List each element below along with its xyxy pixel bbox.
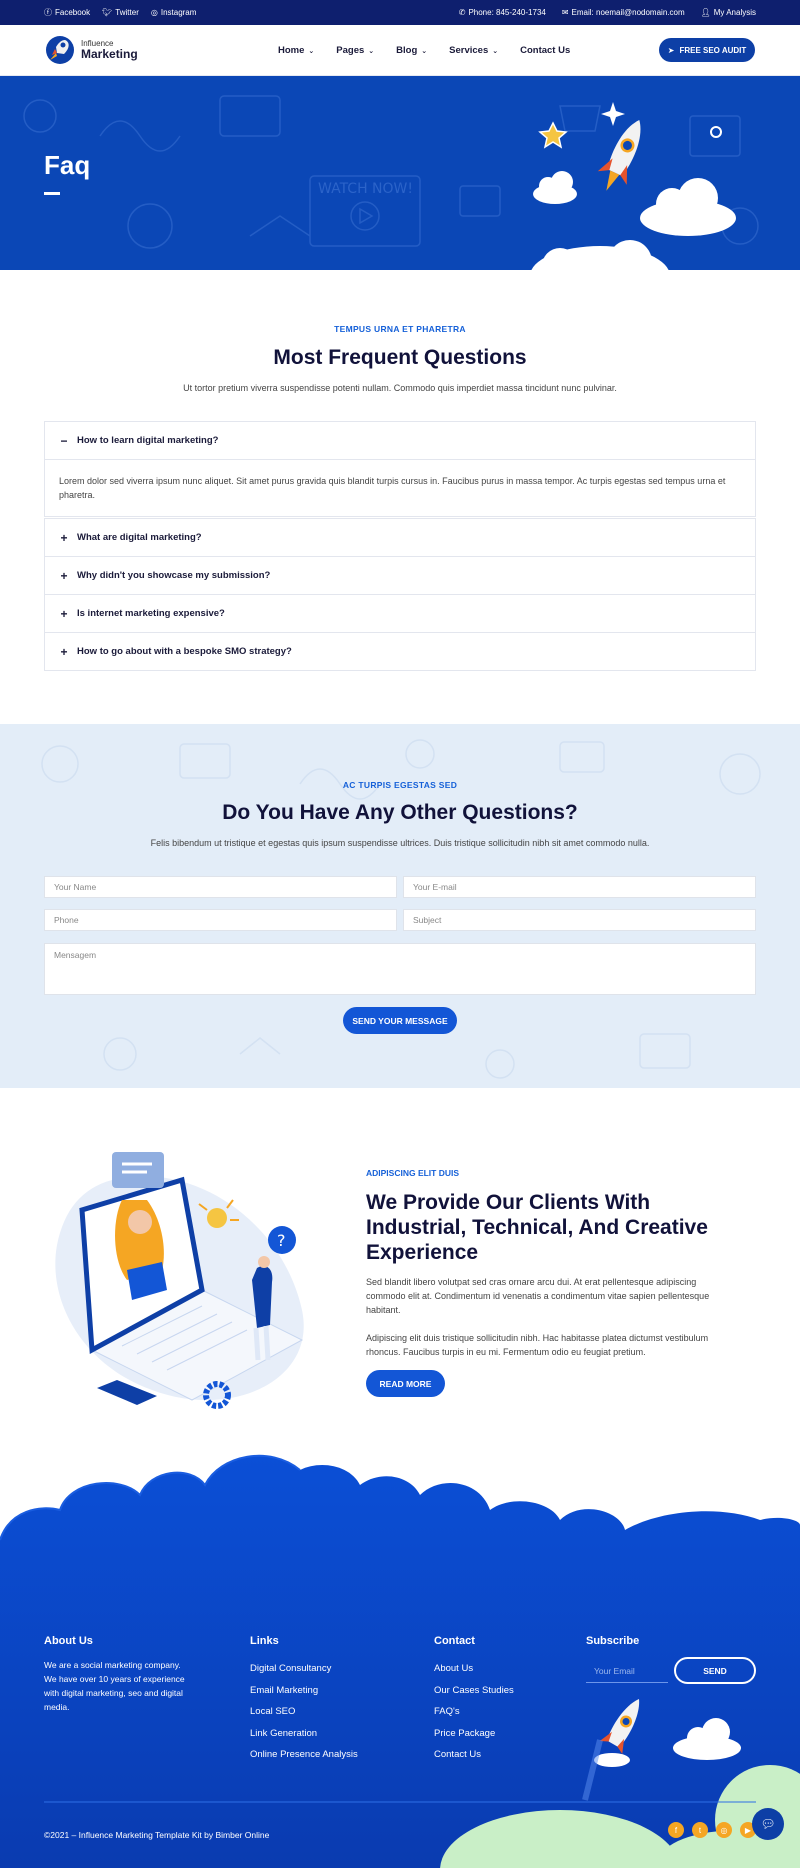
footer-link-online-presence[interactable]: Online Presence Analysis [250, 1749, 358, 1760]
message-textarea[interactable]: Mensagem [44, 943, 756, 995]
title-underline [44, 192, 60, 195]
free-seo-audit-button[interactable]: ➤ FREE SEO AUDIT [659, 38, 755, 62]
laptop-illustration: ? [55, 1152, 304, 1409]
footer-facebook-icon[interactable]: f [668, 1822, 684, 1838]
footer-link-link-generation[interactable]: Link Generation [250, 1728, 317, 1739]
logo-text-large: Marketing [81, 47, 138, 61]
minus-icon: − [60, 433, 68, 448]
footer-link-digital-consultancy[interactable]: Digital Consultancy [250, 1663, 331, 1674]
instagram-icon: ◎ [150, 7, 158, 17]
about-section: ? ADIPISCING ELIT DUIS We Provide Our Cl… [0, 1088, 800, 1448]
email-input[interactable]: Your E-mail [403, 876, 756, 898]
menu-item-blog[interactable]: Blog ⌄ [396, 45, 427, 56]
footer-link-about-us[interactable]: About Us [434, 1663, 473, 1674]
footer-link-faqs[interactable]: FAQ's [434, 1706, 460, 1717]
chevron-down-icon: ⌄ [492, 47, 499, 55]
accordion-item: + Why didn't you showcase my submission? [44, 556, 756, 595]
accordion-question-4[interactable]: + Is internet marketing expensive? [45, 595, 755, 632]
faq-heading: Most Frequent Questions [273, 346, 527, 369]
contact-form-section: AC TURPIS EGESTAS SED Do You Have Any Ot… [0, 724, 800, 1088]
accordion-item: + Is internet marketing expensive? [44, 594, 756, 633]
contact-lead: Felis bibendum ut tristique et egestas q… [150, 838, 650, 848]
about-paragraph-1: Sed blandit libero volutpat sed cras orn… [366, 1277, 710, 1315]
accordion-item: − How to learn digital marketing? Lorem … [44, 421, 756, 517]
menu-item-services[interactable]: Services ⌄ [449, 45, 498, 56]
menu-item-contact-us[interactable]: Contact Us [520, 45, 570, 56]
chevron-down-icon: ⌄ [308, 47, 315, 55]
accordion-question-2[interactable]: + What are digital marketing? [45, 519, 755, 556]
footer-link-contact-us[interactable]: Contact Us [434, 1749, 481, 1760]
footer-about-text: We are a social marketing company. We ha… [44, 1660, 185, 1712]
footer-about-title: About Us [44, 1635, 93, 1647]
rocket-logo-icon [44, 34, 76, 66]
plus-icon: + [60, 606, 68, 621]
about-paragraph-2: Adipiscing elit duis tristique sollicitu… [366, 1333, 709, 1357]
contact-heading: Do You Have Any Other Questions? [222, 801, 578, 824]
accordion-item: + What are digital marketing? [44, 518, 756, 557]
accordion-item: + How to go about with a bespoke SMO str… [44, 632, 756, 671]
footer-contact-title: Contact [434, 1635, 475, 1647]
envelope-icon: ✉ [561, 7, 569, 17]
twitter-icon: 🐦︎ [102, 7, 113, 17]
send-message-button[interactable]: SEND YOUR MESSAGE [343, 1007, 457, 1034]
subscribe-send-button[interactable]: SEND [674, 1657, 756, 1684]
chat-bubble-icon[interactable]: 💬︎ [752, 1808, 784, 1840]
plus-icon: + [60, 644, 68, 659]
top-bar: ⓕ Facebook 🐦︎ Twitter ◎ Instagram ✆ Phone: 8… [0, 0, 800, 25]
phone-icon: ✆ [458, 7, 466, 17]
menu-item-home[interactable]: Home ⌄ [278, 45, 314, 56]
faq-eyebrow: TEMPUS URNA ET PHARETRA [334, 324, 466, 334]
user-icon: 👤︎ [700, 7, 711, 17]
accordion-question-3[interactable]: + Why didn't you showcase my submission? [45, 557, 755, 594]
footer-instagram-icon[interactable]: ◎ [716, 1822, 732, 1838]
faq-lead: Ut tortor pretium viverra suspendisse po… [183, 383, 617, 393]
instagram-link[interactable]: ◎ Instagram [151, 8, 197, 17]
footer-link-price-package[interactable]: Price Package [434, 1728, 495, 1739]
email-info[interactable]: ✉ Email: noemail@nodomain.com [562, 8, 685, 17]
phone-input[interactable]: Phone [44, 909, 397, 931]
footer-cloud-background [0, 1454, 800, 1868]
chevron-down-icon: ⌄ [421, 47, 428, 55]
about-eyebrow: ADIPISCING ELIT DUIS [366, 1168, 460, 1178]
plus-icon: + [60, 568, 68, 583]
footer-link-local-seo[interactable]: Local SEO [250, 1706, 295, 1717]
main-menu: Home ⌄ Pages ⌄ Blog ⌄ Services ⌄ Contact Us [278, 25, 570, 76]
site-footer: About Us We are a social marketing compa… [0, 1440, 800, 1868]
chevron-down-icon: ⌄ [368, 47, 375, 55]
menu-item-pages[interactable]: Pages ⌄ [336, 45, 374, 56]
my-analysis-link[interactable]: 👤︎ My Analysis [701, 8, 756, 17]
accordion-answer-1: Lorem dolor sed viverra ipsum nunc aliqu… [45, 459, 755, 516]
faq-section: TEMPUS URNA ET PHARETRA Most Frequent Qu… [0, 270, 800, 724]
svg-text:WATCH NOW!: WATCH NOW! [318, 181, 413, 197]
footer-link-email-marketing[interactable]: Email Marketing [250, 1685, 318, 1696]
accordion-question-1[interactable]: − How to learn digital marketing? [45, 422, 755, 459]
copyright-text: ©2021 – Influence Marketing Template Kit… [44, 1830, 270, 1840]
plus-icon: + [60, 530, 68, 545]
site-logo[interactable]: Influence Marketing [44, 33, 144, 67]
about-heading: We Provide Our Clients With Industrial, … [366, 1191, 708, 1264]
subject-input[interactable]: Subject [403, 909, 756, 931]
facebook-link[interactable]: ⓕ Facebook [44, 8, 90, 17]
paper-plane-icon: ➤ [667, 45, 675, 55]
page-title: Faq [44, 150, 91, 180]
footer-links-title: Links [250, 1635, 279, 1647]
svg-text:?: ? [277, 1231, 286, 1250]
name-input[interactable]: Your Name [44, 876, 397, 898]
main-header: Influence Marketing Home ⌄ Pages ⌄ Blog ⌄ S… [0, 25, 800, 76]
read-more-button[interactable]: READ MORE [366, 1370, 445, 1397]
accordion-question-5[interactable]: + How to go about with a bespoke SMO str… [45, 633, 755, 670]
page-hero: WATCH NOW! Faq [0, 76, 800, 270]
footer-twitter-icon[interactable]: t [692, 1822, 708, 1838]
contact-eyebrow: AC TURPIS EGESTAS SED [342, 780, 458, 790]
twitter-link[interactable]: 🐦︎ Twitter [102, 8, 139, 17]
subscribe-email-input[interactable]: Your Email [586, 1659, 668, 1683]
phone-info[interactable]: ✆ Phone: 845-240-1734 [459, 8, 546, 17]
facebook-icon: ⓕ [44, 7, 52, 17]
footer-link-case-studies[interactable]: Our Cases Studies [434, 1685, 514, 1696]
hero-doodle-background: WATCH NOW! [23, 95, 759, 270]
footer-subscribe-title: Subscribe [586, 1635, 640, 1647]
